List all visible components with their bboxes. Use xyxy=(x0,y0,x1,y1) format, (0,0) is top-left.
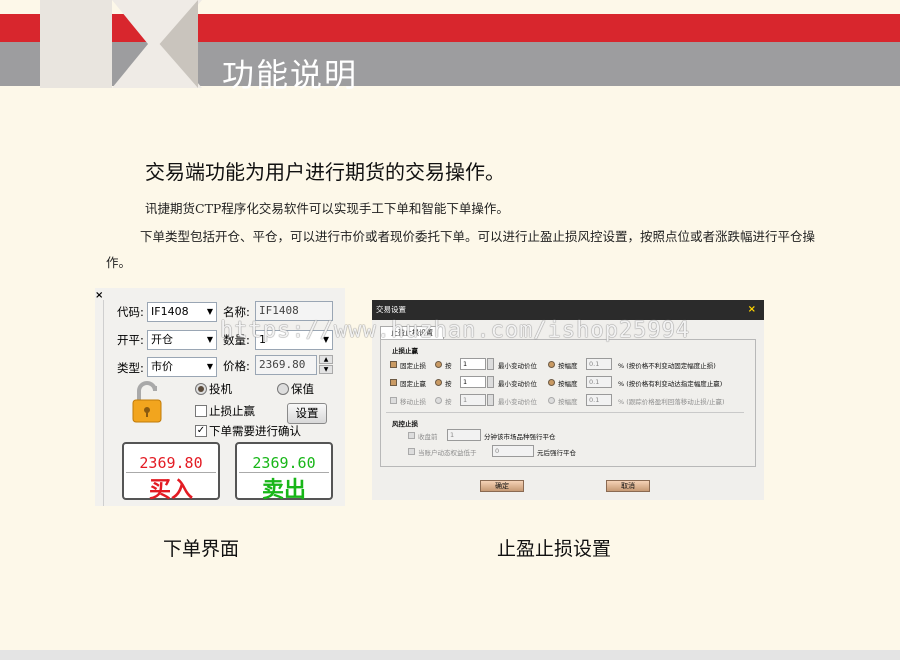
percent-field[interactable]: 0.1 xyxy=(586,358,612,370)
open-close-label: 开平: xyxy=(117,333,144,347)
by-tick-radio[interactable] xyxy=(435,397,442,404)
confirm-checkbox[interactable]: ✓ xyxy=(195,425,207,437)
open-close-select[interactable]: 开仓 ▼ xyxy=(147,330,217,350)
stoploss-checkbox[interactable] xyxy=(195,405,207,417)
risk-row-label: 当账户动态权益低于 xyxy=(418,449,477,457)
order-type-value: 市价 xyxy=(151,360,173,373)
stepper-icon[interactable] xyxy=(487,394,494,406)
stepper-icon[interactable] xyxy=(487,358,494,370)
divider xyxy=(386,412,744,413)
sell-price: 2369.60 xyxy=(252,454,316,472)
header-banner: 功能说明 xyxy=(0,0,900,94)
buy-price: 2369.80 xyxy=(139,454,203,472)
trailing-stop-checkbox[interactable] xyxy=(390,397,397,404)
open-close-value: 开仓 xyxy=(151,333,173,346)
percent-field[interactable]: 0.1 xyxy=(586,394,612,406)
price-stepper[interactable]: ▲ ▼ xyxy=(319,355,333,375)
by-percent-radio[interactable] xyxy=(548,379,555,386)
minutes-field[interactable]: 1 xyxy=(447,429,481,441)
close-icon[interactable]: × xyxy=(748,300,756,320)
by-tick-radio[interactable] xyxy=(435,379,442,386)
hedge-label: 保值 xyxy=(291,382,314,396)
row-desc: % (按价格有利变动达指定幅度止赢) xyxy=(618,380,723,388)
cancel-button[interactable]: 取消 xyxy=(606,480,650,492)
by-percent-radio[interactable] xyxy=(548,397,555,404)
risk-row-desc: 元后强行平仓 xyxy=(537,449,576,457)
fixed-stoploss-checkbox[interactable] xyxy=(390,361,397,368)
price-label: 价格: xyxy=(223,359,250,373)
row-desc: % (跟踪价格盈利回落移动止损/止赢) xyxy=(618,398,725,406)
row-radio2-label: 按幅度 xyxy=(558,398,578,406)
tick-value-field[interactable]: 1 xyxy=(460,358,486,370)
percent-field[interactable]: 0.1 xyxy=(586,376,612,388)
unlocked-padlock-icon[interactable] xyxy=(131,380,163,424)
row-radio2-label: 按幅度 xyxy=(558,362,578,370)
settings-button[interactable]: 设置 xyxy=(287,403,327,424)
row-label: 移动止损 xyxy=(400,398,426,406)
risk-row-desc: 分钟该市场品种强行平仓 xyxy=(484,433,556,441)
chevron-down-icon: ▼ xyxy=(206,362,213,371)
stoploss-label: 止损止赢 xyxy=(209,404,255,418)
equity-floor-checkbox[interactable] xyxy=(408,448,415,455)
buy-label: 买入 xyxy=(148,478,193,503)
chevron-down-icon: ▼ xyxy=(206,335,213,344)
group-stoploss-title: 止损止赢 xyxy=(392,347,418,355)
code-label: 代码: xyxy=(117,305,144,319)
buy-button[interactable]: 2369.80 买入 xyxy=(122,442,220,503)
chevron-down-icon: ▼ xyxy=(206,307,213,316)
tick-value-field[interactable]: 1 xyxy=(460,394,486,406)
risk-row-label: 收盘前 xyxy=(418,433,438,441)
row-label: 固定止赢 xyxy=(400,380,426,388)
row-label: 固定止损 xyxy=(400,362,426,370)
row-radio-label: 按 xyxy=(445,362,452,370)
price-field[interactable]: 2369.80 xyxy=(255,355,317,375)
stepper-up-icon[interactable]: ▲ xyxy=(319,355,333,364)
page-title: 功能说明 xyxy=(222,56,359,94)
close-before-checkbox[interactable] xyxy=(408,432,415,439)
watermark: https://www.huzhan.com/ishop25994 xyxy=(220,318,691,343)
order-type-paragraph: 下单类型包括开仓、平仓，可以进行市价或者现价委托下单。可以进行止盈止损风控设置，… xyxy=(106,229,816,270)
hedge-radio[interactable] xyxy=(277,383,289,395)
dialog-title: 交易设置 xyxy=(376,305,406,314)
by-tick-radio[interactable] xyxy=(435,361,442,368)
caption-order-ui: 下单界面 xyxy=(163,538,240,560)
intro-paragraph: 讯捷期货CTP程序化交易软件可以实现手工下单和智能下单操作。 xyxy=(145,201,509,216)
row-unit-label: 最小变动价位 xyxy=(498,362,537,370)
fixed-takeprofit-checkbox[interactable] xyxy=(390,379,397,386)
tick-value-field[interactable]: 1 xyxy=(460,376,486,388)
stepper-icon[interactable] xyxy=(487,376,494,388)
row-unit-label: 最小变动价位 xyxy=(498,398,537,406)
group-risk-title: 风控止损 xyxy=(392,420,418,428)
row-radio-label: 按 xyxy=(445,398,452,406)
equity-field[interactable]: 0 xyxy=(492,445,534,457)
by-percent-radio[interactable] xyxy=(548,361,555,368)
type-label: 类型: xyxy=(117,361,144,375)
speculate-label: 投机 xyxy=(209,382,232,396)
divider xyxy=(103,300,104,506)
banner-ribbon xyxy=(40,0,112,88)
speculate-radio[interactable] xyxy=(195,383,207,395)
row-unit-label: 最小变动价位 xyxy=(498,380,537,388)
stepper-down-icon[interactable]: ▼ xyxy=(319,365,333,374)
sell-button[interactable]: 2369.60 卖出 xyxy=(235,442,333,503)
code-select[interactable]: IF1408 ▼ xyxy=(147,302,217,322)
headline: 交易端功能为用户进行期货的交易操作。 xyxy=(145,160,505,184)
order-type-select[interactable]: 市价 ▼ xyxy=(147,357,217,377)
caption-stoploss-settings: 止盈止损设置 xyxy=(497,538,612,560)
row-radio2-label: 按幅度 xyxy=(558,380,578,388)
footer-bar xyxy=(0,650,900,660)
code-value: IF1408 xyxy=(151,305,189,318)
row-radio-label: 按 xyxy=(445,380,452,388)
confirm-label: 下单需要进行确认 xyxy=(209,424,301,438)
sell-label: 卖出 xyxy=(261,478,306,503)
dialog-titlebar: 交易设置 × xyxy=(372,300,764,320)
ok-button[interactable]: 确定 xyxy=(480,480,524,492)
row-desc: % (按价格不利变动固定幅度止损) xyxy=(618,362,716,370)
